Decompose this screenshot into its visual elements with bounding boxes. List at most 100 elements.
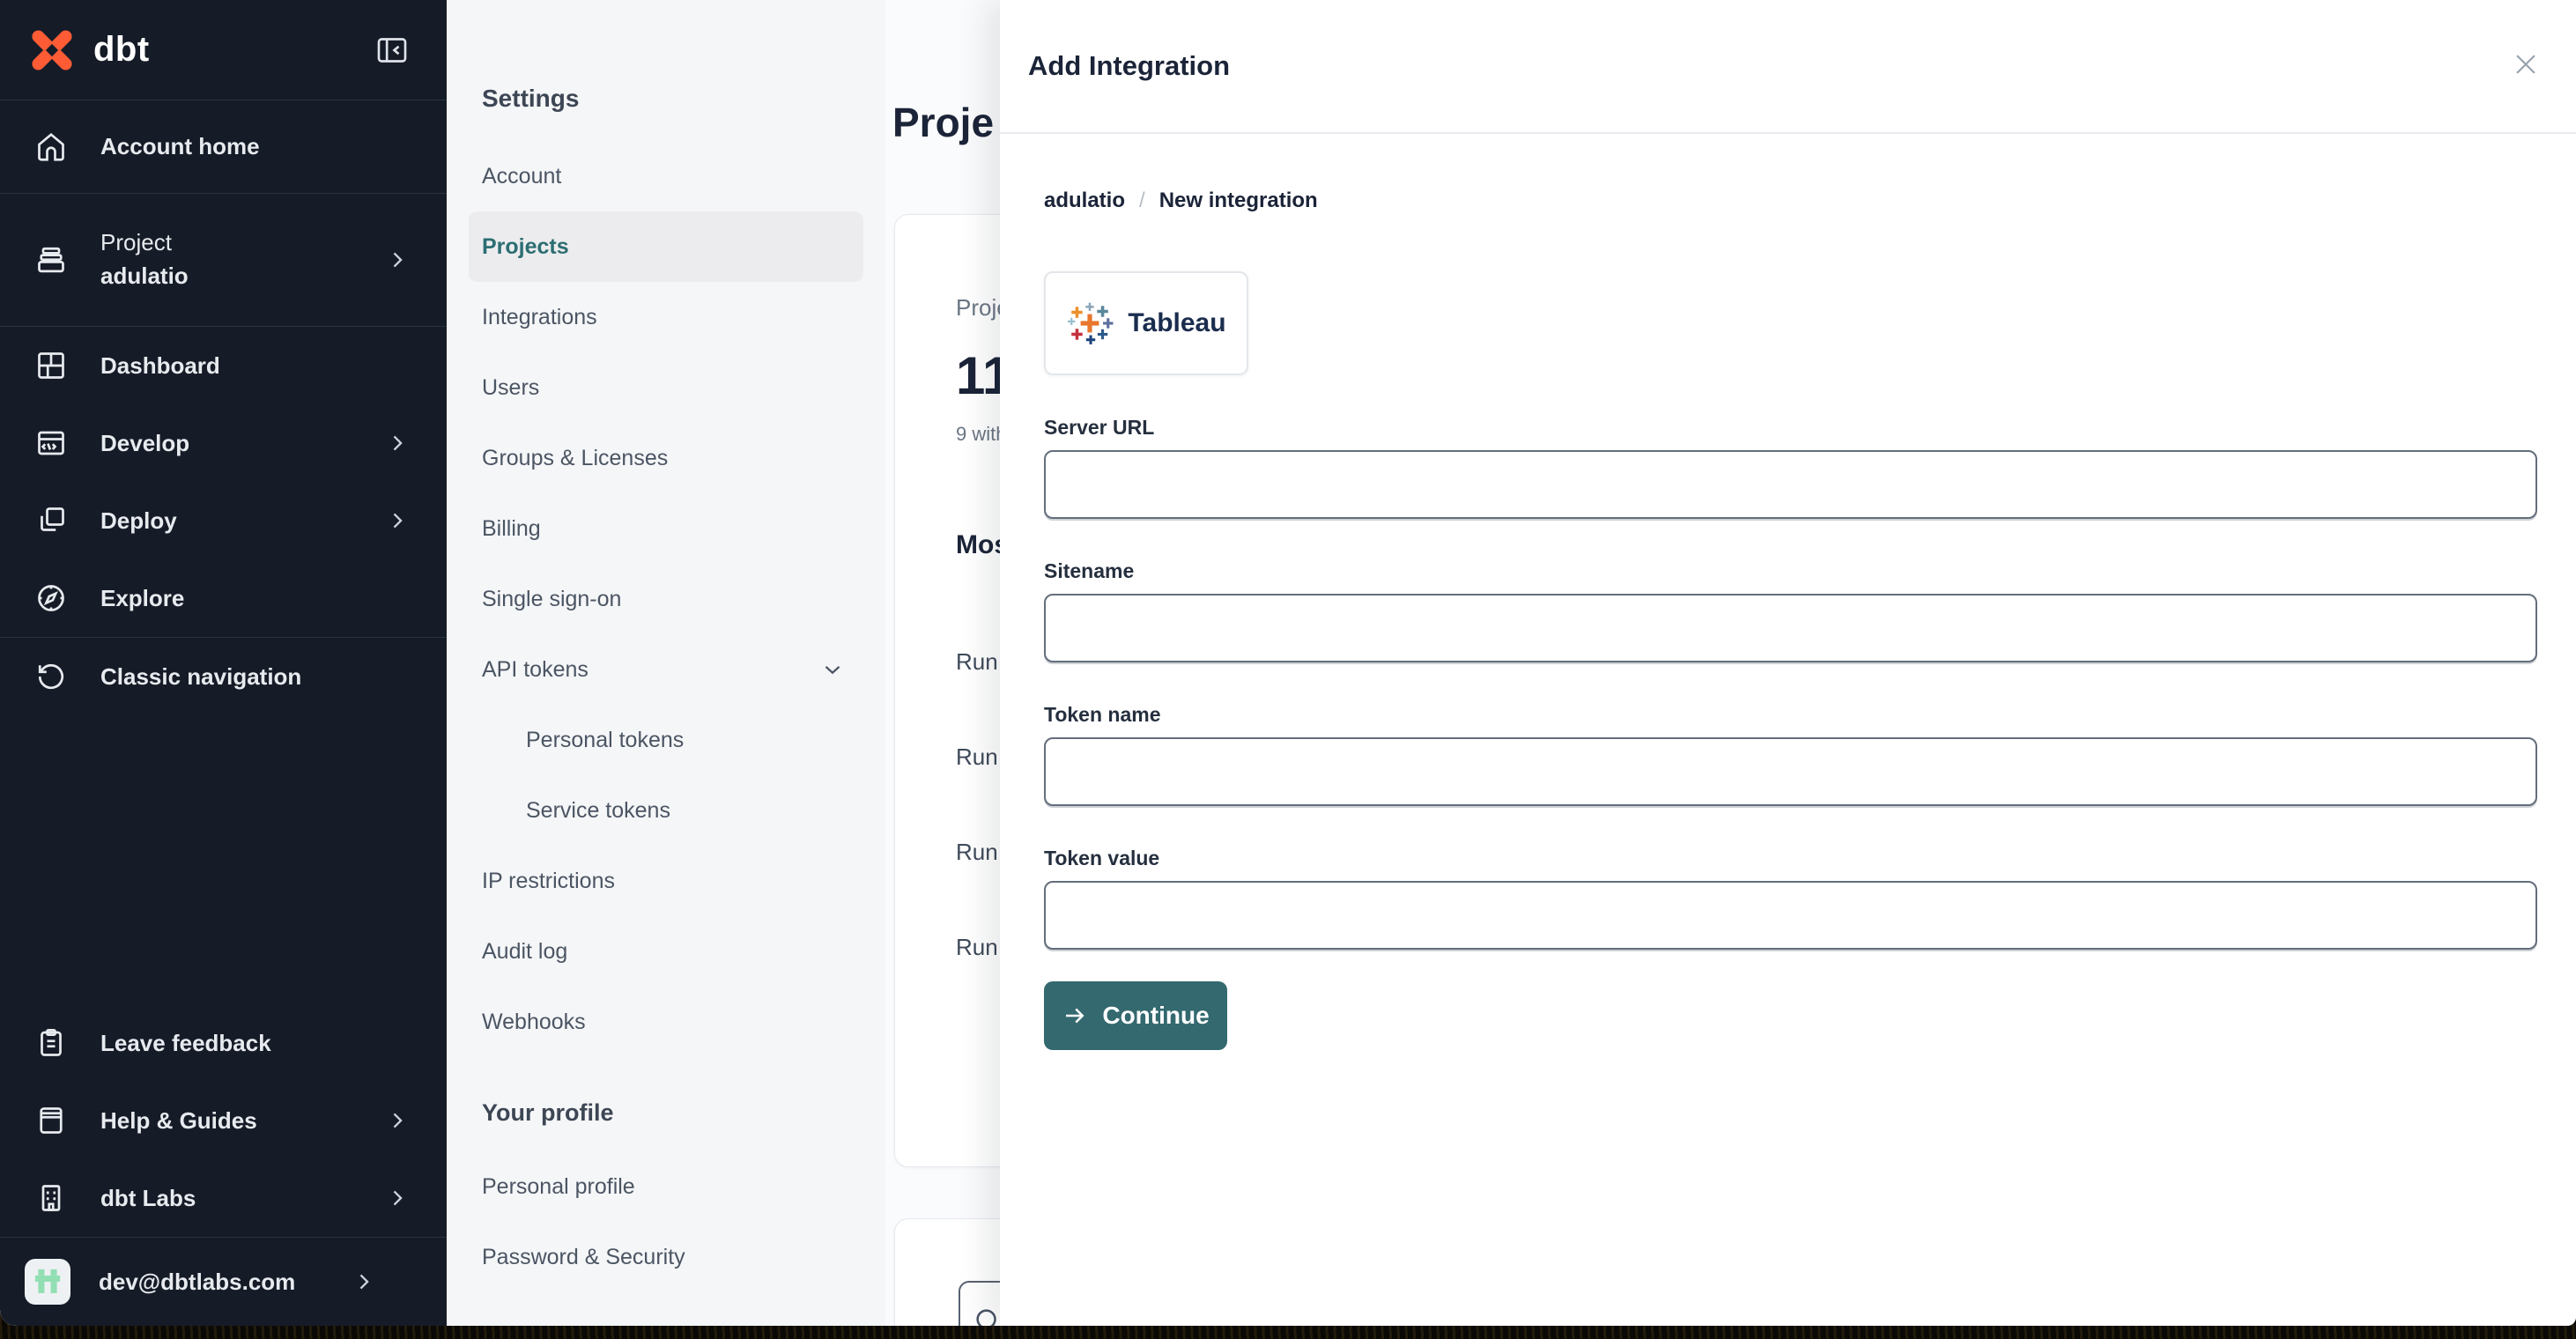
sidebar-item-label: Deploy <box>100 507 177 534</box>
your-profile-title: Your profile <box>482 1099 614 1126</box>
field-token-name: Token name <box>1044 703 2537 806</box>
arrow-right-icon <box>1066 1008 1084 1024</box>
settings-item-password-security[interactable]: Password & Security <box>469 1222 863 1292</box>
continue-button[interactable]: Continue <box>1044 981 1227 1050</box>
chevron-right-icon <box>393 435 403 451</box>
breadcrumb: adulatio / New integration <box>1044 189 2498 213</box>
chevron-right-icon <box>393 252 403 268</box>
search-icon <box>976 1309 996 1326</box>
panel-collapse-icon <box>377 37 407 63</box>
settings-item-integrations[interactable]: Integrations <box>469 282 863 352</box>
settings-item-users[interactable]: Users <box>469 352 863 423</box>
card-section-title: Mos <box>956 530 1000 559</box>
sidebar-item-project[interactable]: Project adulatio <box>0 194 447 326</box>
projects-summary-card: Proje 11 9 with Mos Run Run Run Run <box>894 214 1000 1167</box>
settings-item-ip-restrictions[interactable]: IP restrictions <box>469 846 863 916</box>
continue-label: Continue <box>1102 1002 1210 1029</box>
chevron-right-icon <box>393 513 403 529</box>
breadcrumb-current: New integration <box>1158 189 1318 212</box>
sidebar-project-labels: Project adulatio <box>100 226 189 292</box>
close-button[interactable] <box>2511 49 2541 82</box>
search-input[interactable] <box>959 1281 1000 1326</box>
run-list-item: Run <box>956 839 998 865</box>
sidebar-item-explore[interactable]: Explore <box>0 559 447 637</box>
sidebar-item-label: Dashboard <box>100 351 220 379</box>
settings-item-api-tokens[interactable]: API tokens <box>469 634 863 705</box>
project-stack-icon <box>38 247 64 273</box>
sidebar-item-dbt-labs[interactable]: dbt Labs <box>0 1159 447 1237</box>
token-name-label: Token name <box>1044 703 1161 726</box>
settings-item-projects[interactable]: Projects <box>469 211 863 282</box>
sidebar-item-label: Explore <box>100 584 185 611</box>
drawer-body: adulatio / New integration Tableau Serve… <box>1000 134 2537 1050</box>
sidebar-item-leave-feedback[interactable]: Leave feedback <box>0 1004 447 1082</box>
dashboard-icon <box>38 352 64 379</box>
tableau-logo-icon <box>1068 302 1114 344</box>
sidebar-item-label: Help & Guides <box>100 1106 257 1134</box>
settings-item-account[interactable]: Account <box>469 141 863 211</box>
sidebar-bottom: Leave feedback Help & Guides dbt Labs de… <box>0 1004 447 1326</box>
settings-item-groups-licenses[interactable]: Groups & Licenses <box>469 423 863 493</box>
user-email: dev@dbtlabs.com <box>99 1268 296 1295</box>
avatar-identicon-icon <box>34 1269 61 1293</box>
sidebar-item-label: dbt Labs <box>100 1184 196 1211</box>
sidebar-item-deploy[interactable]: Deploy <box>0 482 447 559</box>
card-value: 11 <box>956 346 1000 405</box>
token-value-label: Token value <box>1044 847 1160 869</box>
breadcrumb-separator: / <box>1139 189 1145 212</box>
sidebar-item-account-home[interactable]: Account home <box>0 100 447 193</box>
sidebar-item-develop[interactable]: Develop <box>0 404 447 482</box>
token-value-input[interactable] <box>1044 881 2537 950</box>
settings-item-audit-log[interactable]: Audit log <box>469 916 863 987</box>
sidebar-item-label: Develop <box>100 429 190 456</box>
settings-item-single-sign-on[interactable]: Single sign-on <box>469 564 863 634</box>
home-icon <box>38 132 64 161</box>
rotate-ccw-icon <box>38 663 64 690</box>
run-list-item: Run <box>956 743 998 770</box>
sidebar-logo-row: dbt <box>0 0 447 100</box>
sidebar: dbt Account home Project adulatio Dashbo… <box>0 0 447 1326</box>
chevron-right-icon <box>359 1274 370 1290</box>
close-icon <box>2516 55 2535 74</box>
drawer-header: Add Integration <box>1000 0 2576 134</box>
sidebar-item-help-guides[interactable]: Help & Guides <box>0 1082 447 1159</box>
app-window: dbt Account home Project adulatio Dashbo… <box>0 0 2576 1326</box>
profile-nav-list: Personal profile Password & Security <box>469 1151 863 1292</box>
sidebar-item-label: Classic navigation <box>100 662 302 690</box>
sidebar-item-dashboard[interactable]: Dashboard <box>0 327 447 404</box>
main-content: Proje Proje 11 9 with Mos Run Run Run Ru… <box>885 0 1000 1326</box>
sidebar-item-label: Leave feedback <box>100 1029 271 1056</box>
building-icon <box>41 1185 61 1211</box>
collapse-sidebar-button[interactable] <box>374 33 410 68</box>
sidebar-item-classic-navigation[interactable]: Classic navigation <box>0 638 447 715</box>
breadcrumb-project[interactable]: adulatio <box>1044 189 1125 213</box>
field-token-value: Token value <box>1044 847 2537 950</box>
chevron-right-icon <box>393 1113 403 1128</box>
sidebar-nav-classic: Classic navigation <box>0 638 447 715</box>
settings-item-billing[interactable]: Billing <box>469 493 863 564</box>
user-avatar <box>25 1259 70 1305</box>
provider-card-tableau[interactable]: Tableau <box>1044 271 1248 375</box>
server-url-input[interactable] <box>1044 450 2537 519</box>
settings-item-service-tokens[interactable]: Service tokens <box>469 775 863 846</box>
sitename-input[interactable] <box>1044 594 2537 662</box>
token-name-input[interactable] <box>1044 737 2537 806</box>
dbt-logo-icon <box>23 21 81 79</box>
settings-item-personal-profile[interactable]: Personal profile <box>469 1151 863 1222</box>
squares-icon <box>41 507 64 531</box>
compass-icon <box>38 585 64 611</box>
code-window-icon <box>38 431 64 455</box>
settings-title: Settings <box>482 85 580 112</box>
secondary-card <box>894 1218 1000 1326</box>
project-name: adulatio <box>100 263 189 289</box>
settings-nav-list: Account Projects Integrations Users Grou… <box>469 141 863 1057</box>
provider-name: Tableau <box>1128 308 1226 337</box>
chevron-right-icon <box>393 1190 403 1206</box>
settings-item-webhooks[interactable]: Webhooks <box>469 987 863 1057</box>
settings-item-personal-tokens[interactable]: Personal tokens <box>469 705 863 775</box>
card-subtext: 9 with <box>956 423 1000 445</box>
server-url-label: Server URL <box>1044 416 1155 439</box>
user-menu[interactable]: dev@dbtlabs.com <box>0 1238 447 1326</box>
add-integration-drawer: Add Integration adulatio / New integrati… <box>1000 0 2576 1326</box>
field-server-url: Server URL <box>1044 416 2537 519</box>
